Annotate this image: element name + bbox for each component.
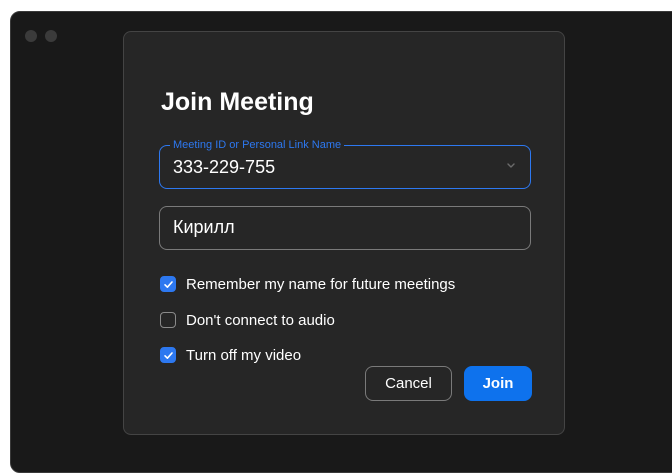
remember-name-label: Remember my name for future meetings (186, 275, 456, 293)
no-audio-label: Don't connect to audio (186, 311, 335, 329)
meeting-id-field[interactable]: Meeting ID or Personal Link Name 333-229… (159, 138, 531, 189)
close-window-button[interactable] (25, 30, 37, 42)
no-audio-checkbox[interactable] (160, 312, 176, 328)
display-name-input[interactable]: Кирилл (173, 207, 235, 247)
option-video-off[interactable]: Turn off my video (160, 345, 301, 365)
join-button[interactable]: Join (464, 366, 532, 401)
option-remember-name[interactable]: Remember my name for future meetings (160, 274, 455, 294)
checkmark-icon (163, 351, 173, 359)
video-off-label: Turn off my video (186, 346, 302, 364)
checkmark-icon (163, 280, 173, 288)
display-name-field[interactable]: Кирилл (159, 206, 531, 250)
meeting-id-input[interactable]: 333-229-755 (173, 146, 275, 186)
remember-name-checkbox[interactable] (160, 276, 176, 292)
dialog-title: Join Meeting (161, 88, 314, 116)
option-no-audio[interactable]: Don't connect to audio (160, 310, 335, 330)
cancel-button[interactable]: Cancel (365, 366, 452, 401)
minimize-window-button[interactable] (45, 30, 57, 42)
video-off-checkbox[interactable] (160, 347, 176, 363)
join-meeting-dialog: Join Meeting Meeting ID or Personal Link… (123, 31, 565, 435)
window-controls (25, 30, 57, 42)
chevron-down-icon[interactable] (505, 159, 517, 171)
